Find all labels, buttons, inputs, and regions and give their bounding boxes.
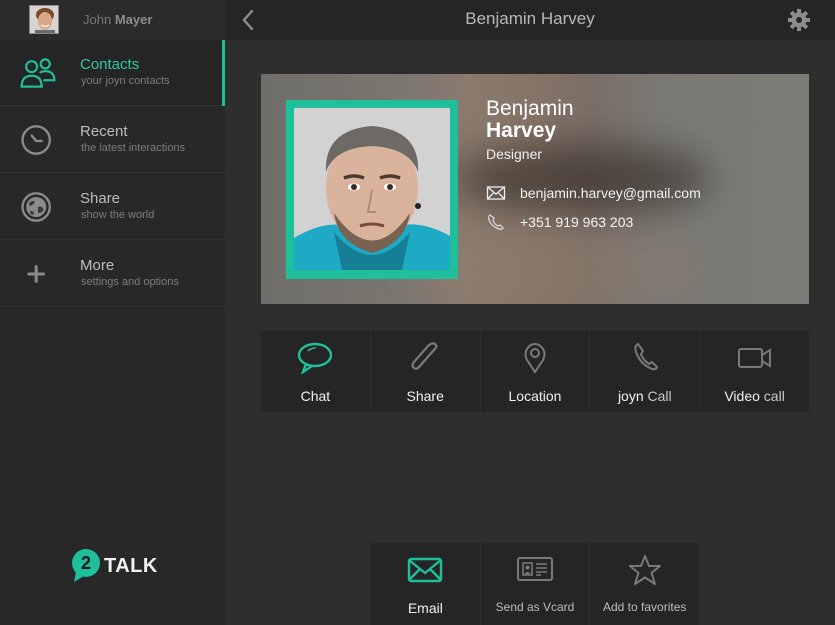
video-camera-icon (737, 348, 771, 368)
contact-name: Benjamin Harvey (486, 98, 574, 142)
contact-actions: Chat Share Location joyn Call Video call (261, 331, 809, 412)
envelope-icon (408, 557, 443, 583)
map-pin-icon (524, 342, 546, 374)
sidebar-item-sub: your joyn contacts (81, 75, 170, 87)
joyn-call-button[interactable]: joyn Call (590, 331, 700, 412)
active-indicator (222, 40, 225, 106)
user-avatar[interactable] (29, 5, 59, 34)
logo-text: TALK (104, 554, 158, 577)
share-button[interactable]: Share (370, 331, 480, 412)
sidebar-item-contacts[interactable]: Contacts your joyn contacts (0, 40, 225, 106)
sidebar-item-share[interactable]: Share show the world (0, 174, 225, 240)
logo-badge-text: 2 (81, 553, 91, 573)
video-call-button[interactable]: Video call (700, 331, 809, 412)
sidebar-item-sub: show the world (81, 209, 155, 221)
profile-card: Benjamin Harvey Designer benjamin.harvey… (261, 74, 809, 304)
action-label-light: call (763, 388, 785, 404)
phone-icon (488, 214, 504, 230)
action-label-light: Call (647, 388, 672, 404)
contact-phone[interactable]: +351 919 963 203 (520, 214, 633, 230)
bottom-actions: Email Send as Vcard Add to favorites (371, 543, 700, 625)
paperclip-icon (411, 342, 438, 370)
location-button[interactable]: Location (480, 331, 590, 412)
chat-button[interactable]: Chat (261, 331, 370, 412)
sidebar-item-sub: the latest interactions (81, 142, 185, 154)
vcard-icon (517, 557, 553, 581)
contact-first-name: Benjamin (486, 97, 574, 120)
header: Benjamin Harvey (225, 0, 835, 40)
clock-icon (21, 125, 51, 155)
action-label: Chat (300, 388, 331, 404)
email-button[interactable]: Email (371, 543, 480, 625)
globe-icon (21, 192, 51, 222)
contact-last-name: Harvey (486, 119, 557, 142)
contacts-icon (20, 58, 56, 88)
sidebar-item-label: More (80, 257, 115, 274)
user-first-name: John (83, 12, 112, 27)
sidebar-item-label: Share (80, 190, 121, 207)
sidebar-item-recent[interactable]: Recent the latest interactions (0, 107, 225, 173)
profile-photo-frame (286, 100, 458, 279)
sidebar-item-label: Contacts (80, 56, 140, 73)
envelope-icon (486, 186, 506, 200)
star-icon (628, 555, 661, 585)
action-label-bold: Video (724, 388, 760, 404)
sidebar-item-label: Recent (80, 123, 128, 140)
action-label: Send as Vcard (495, 600, 575, 614)
action-label-bold: joyn (617, 388, 644, 404)
phone-icon (634, 342, 658, 371)
card-background-blur (421, 224, 701, 304)
action-label: Email (407, 600, 443, 616)
contact-phone-row[interactable]: +351 919 963 203 (486, 213, 633, 231)
sidebar: John Mayer Contacts your joyn contacts R… (0, 0, 225, 625)
sidebar-item-more[interactable]: More settings and options (0, 241, 225, 307)
profile-photo (294, 108, 450, 270)
plus-icon (27, 265, 45, 283)
app: John Mayer Contacts your joyn contacts R… (0, 0, 835, 625)
action-label: Location (508, 388, 562, 404)
chat-bubble-icon (298, 342, 333, 374)
contact-email[interactable]: benjamin.harvey@gmail.com (520, 185, 701, 201)
sidebar-item-sub: settings and options (81, 276, 179, 288)
add-favorites-button[interactable]: Add to favorites (590, 543, 700, 625)
user-last-name: Mayer (114, 12, 153, 27)
action-label: Add to favorites (602, 600, 687, 614)
logo-badge-icon: 2 (72, 549, 100, 582)
action-label: Video call (700, 388, 809, 404)
action-label: Share (406, 388, 444, 404)
page-title: Benjamin Harvey (465, 9, 595, 28)
app-logo: 2 TALK (70, 548, 158, 584)
user-name: John Mayer (83, 12, 152, 27)
contact-email-row[interactable]: benjamin.harvey@gmail.com (486, 184, 701, 202)
action-label: joyn Call (590, 388, 699, 404)
send-vcard-button[interactable]: Send as Vcard (480, 543, 590, 625)
gear-icon[interactable] (787, 8, 811, 32)
user-bar[interactable]: John Mayer (0, 0, 225, 40)
contact-role: Designer (486, 146, 543, 162)
